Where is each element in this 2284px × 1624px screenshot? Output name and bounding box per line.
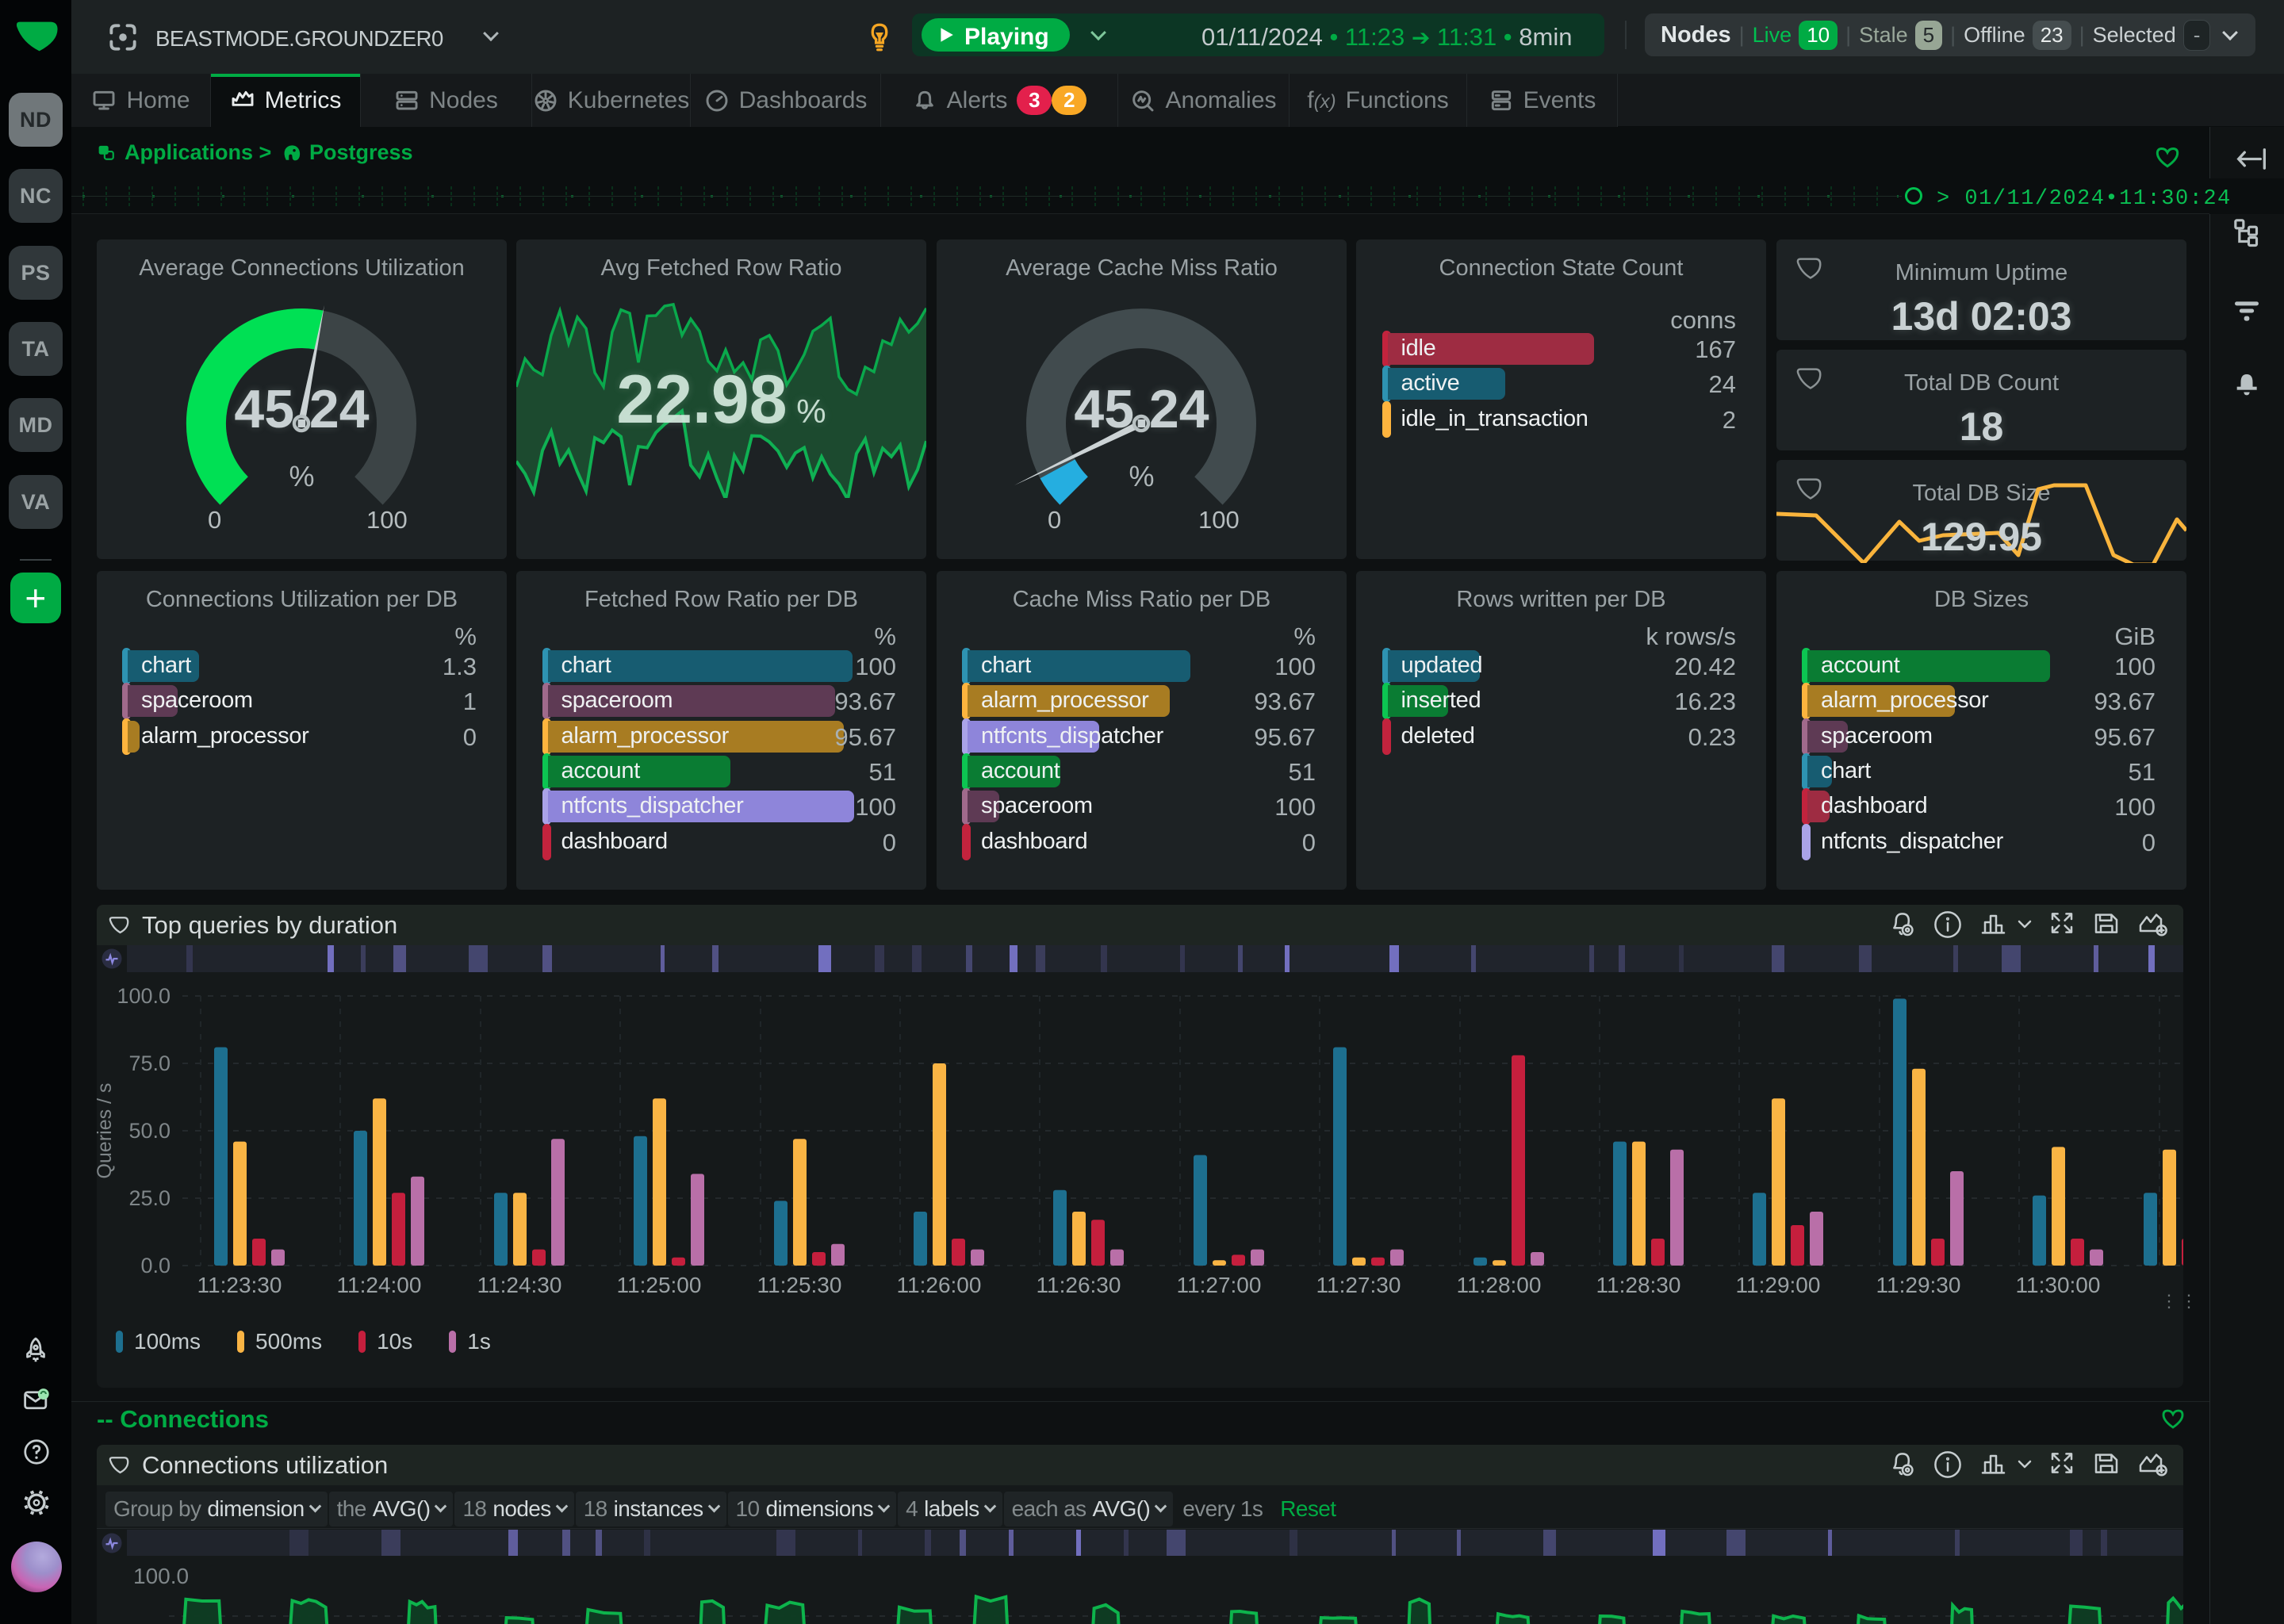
svg-text:11:26:00: 11:26:00 — [897, 1273, 982, 1297]
svg-text:25.0: 25.0 — [128, 1186, 171, 1210]
svg-text:11:24:00: 11:24:00 — [337, 1273, 422, 1297]
svg-text:11:27:00: 11:27:00 — [1177, 1273, 1262, 1297]
svg-text:11:24:30: 11:24:30 — [477, 1273, 562, 1297]
svg-text:11:29:00: 11:29:00 — [1736, 1273, 1821, 1297]
svg-text:11:25:00: 11:25:00 — [617, 1273, 702, 1297]
svg-text:50.0: 50.0 — [128, 1119, 171, 1143]
svg-text:11:23:30: 11:23:30 — [197, 1273, 282, 1297]
svg-text:0.0: 0.0 — [140, 1254, 171, 1277]
svg-text:11:27:30: 11:27:30 — [1316, 1273, 1401, 1297]
svg-text:11:26:30: 11:26:30 — [1037, 1273, 1121, 1297]
svg-text:75.0: 75.0 — [128, 1051, 171, 1075]
svg-text:11:30:00: 11:30:00 — [2016, 1273, 2101, 1297]
svg-text:Queries / s: Queries / s — [97, 1083, 116, 1179]
svg-text:100.0: 100.0 — [117, 984, 171, 1008]
svg-text:11:28:30: 11:28:30 — [1596, 1273, 1681, 1297]
svg-text:11:29:30: 11:29:30 — [1876, 1273, 1961, 1297]
svg-text:11:28:00: 11:28:00 — [1457, 1273, 1542, 1297]
svg-text:11:25:30: 11:25:30 — [757, 1273, 842, 1297]
